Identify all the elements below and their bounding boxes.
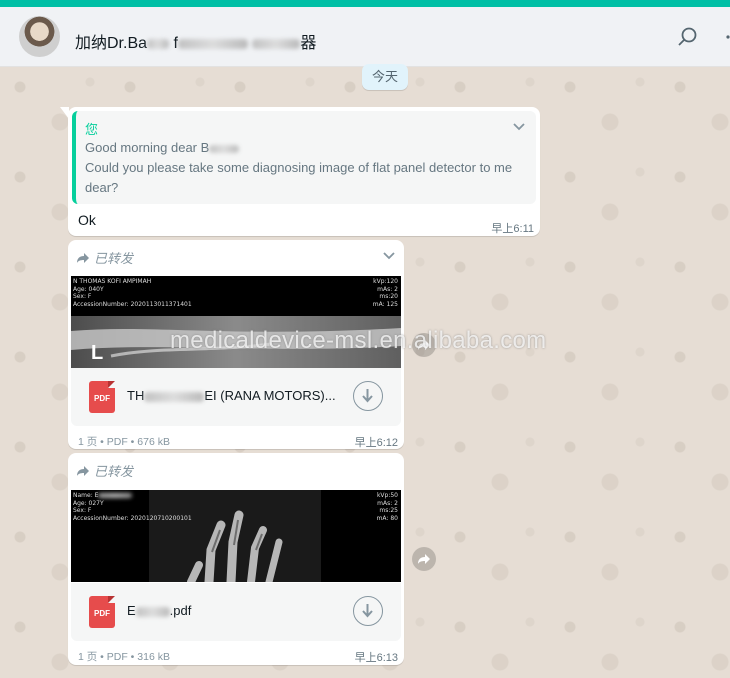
- xray-side-marker: L: [91, 342, 104, 364]
- menu-icon[interactable]: [722, 26, 730, 48]
- xray-labels-left: Name: E Age: 027Y Sex: F AccessionNumber: 2…: [73, 492, 192, 522]
- xray-labels-right: kVp:120 mAs: 2 ms:20 mA: 125: [372, 278, 398, 308]
- chat-title[interactable]: 加纳Dr.Ba f 器: [75, 29, 316, 53]
- quote-author: 您: [85, 122, 99, 137]
- top-accent-strip: [0, 0, 730, 7]
- document-meta: 1 页 • PDF • 676 kB: [78, 436, 170, 448]
- redacted-text: [252, 38, 301, 49]
- document-name[interactable]: TH EI (RANA MOTORS)...: [127, 388, 336, 403]
- document-meta: 1 页 • PDF • 316 kB: [78, 651, 170, 663]
- xray-labels-left: N THOMAS KOFI AMPIMAH Age: 040Y Sex: F Acce…: [73, 278, 192, 308]
- message-time: 早上6:12: [354, 437, 398, 449]
- download-icon: [362, 389, 373, 403]
- chat-header[interactable]: 加纳Dr.Ba f 器: [0, 7, 730, 67]
- forward-icon: [77, 252, 89, 263]
- download-icon: [362, 604, 373, 618]
- quote-text: Good morning dear B Could you please tak…: [85, 140, 513, 195]
- avatar[interactable]: [19, 16, 60, 57]
- pdf-file-icon: PDF: [89, 381, 115, 413]
- message-time: 早上6:13: [354, 652, 398, 664]
- date-chip: 今天: [362, 64, 408, 90]
- chevron-down-icon[interactable]: [512, 119, 526, 133]
- watermark-text: medicaldevice-msl.en.alibaba.com: [170, 327, 547, 354]
- quoted-message[interactable]: 您 Good morning dear B Could you please t…: [72, 111, 536, 204]
- pdf-file-icon: PDF: [89, 596, 115, 628]
- redacted-text: [135, 606, 170, 617]
- forwarded-label: 已转发: [76, 248, 133, 267]
- message-bubble-reply[interactable]: 您 Good morning dear B Could you please t…: [60, 107, 540, 236]
- forward-icon[interactable]: [412, 547, 436, 571]
- bubble-tail: [60, 107, 69, 119]
- forwarded-label: 已转发: [76, 461, 133, 480]
- xray-labels-right: kVp:50 mAs: 2 ms:25 mA: 80: [376, 492, 398, 522]
- redacted-text: [147, 38, 170, 49]
- message-time: 早上6:11: [491, 223, 534, 235]
- search-icon[interactable]: [677, 26, 699, 48]
- document-row[interactable]: PDF TH EI (RANA MOTORS)...: [71, 368, 401, 426]
- chevron-down-icon[interactable]: [382, 248, 396, 262]
- document-message[interactable]: 已转发 Name: E Age: 027Y Sex: F AccessionNumbe…: [68, 453, 404, 665]
- redacted-text: [177, 38, 248, 49]
- message-text: Ok: [78, 212, 96, 228]
- download-button[interactable]: [353, 381, 383, 411]
- redacted-text: [209, 144, 240, 153]
- document-row[interactable]: PDF E .pdf: [71, 583, 401, 641]
- xray-preview[interactable]: Name: E Age: 027Y Sex: F AccessionNumber: 2…: [71, 490, 401, 582]
- redacted-text: [144, 391, 205, 402]
- document-name[interactable]: E .pdf: [127, 603, 191, 618]
- download-button[interactable]: [353, 596, 383, 626]
- forward-icon: [77, 465, 89, 476]
